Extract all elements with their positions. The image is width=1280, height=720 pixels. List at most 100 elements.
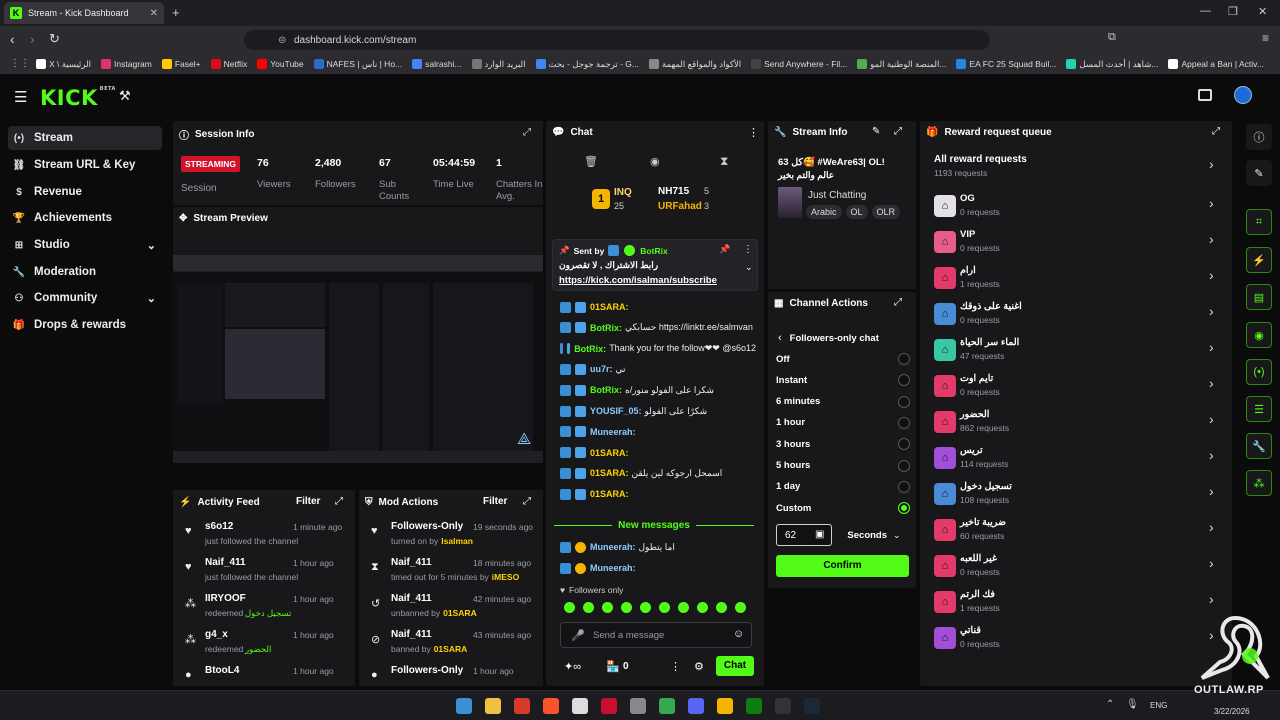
reward-item[interactable]: ⌂ OG 0 requests › — [920, 191, 1232, 223]
forward-icon[interactable]: › — [30, 31, 35, 47]
reward-item[interactable]: ⌂ تايم اوت 0 requests › — [920, 371, 1232, 403]
pencil-icon[interactable]: ✎ — [1246, 160, 1272, 186]
category-name[interactable]: Just Chatting — [808, 190, 866, 201]
radio-button[interactable] — [898, 480, 910, 493]
activity-user[interactable]: BtooL4 — [205, 665, 239, 676]
close-tab-icon[interactable]: ✕ — [150, 8, 158, 19]
mod-action-title[interactable]: Naif_411 — [391, 593, 432, 604]
back-followers-only[interactable]: ‹ Followers-only chat — [778, 332, 879, 344]
all-reward-requests[interactable]: All reward requests 1193 requests › — [920, 151, 1232, 183]
bookmark-item[interactable]: X \ الرئيسية — [36, 59, 91, 70]
reward-item[interactable]: ⌂ تريس 114 requests › — [920, 443, 1232, 475]
emote-icon[interactable] — [564, 602, 575, 613]
radio-button[interactable] — [898, 438, 910, 451]
chat-message[interactable]: BotRix: حسابكي https://linktr.ee/salmvan — [560, 319, 756, 337]
mod-action-moderator[interactable]: iMESO — [492, 572, 519, 582]
sidebar-item-community[interactable]: ⚇ Community ⌄ — [8, 286, 162, 310]
chat-message[interactable]: 01SARA: — [560, 298, 756, 316]
chat-username[interactable]: 01SARA: — [590, 468, 629, 478]
bookmark-item[interactable]: ترجمة جوجل - بحث - G... — [535, 59, 639, 70]
chevron-down-icon[interactable]: ⌄ — [147, 239, 156, 252]
emote-icon[interactable] — [716, 602, 727, 613]
pinned-message[interactable]: 📌 Sent by BotRix 📌 ⋮ رابط الاشتراك , لا … — [552, 239, 758, 291]
hourglass-icon[interactable]: ⧗ — [720, 154, 728, 169]
sidebar-item-studio[interactable]: ⊞ Studio ⌄ — [8, 233, 162, 257]
taskbar-app-icon[interactable] — [543, 698, 559, 714]
kick-logo[interactable]: KICK BETA — [40, 86, 116, 110]
mod-filter-button[interactable]: Filter — [483, 496, 507, 507]
mod-action-moderator[interactable]: Isalman — [441, 536, 473, 546]
chat-more-icon[interactable]: ⋮ — [670, 660, 681, 673]
emote-icon[interactable] — [640, 602, 651, 613]
reward-item[interactable]: ⌂ ضريبة تاخير 60 requests › — [920, 515, 1232, 547]
confirm-button[interactable]: Confirm — [776, 555, 909, 577]
expand-icon[interactable]: ⤢ — [523, 496, 531, 507]
mod-action-moderator[interactable]: 01SARA — [443, 608, 477, 618]
sidebar-item-achievements[interactable]: 🏆 Achievements — [8, 206, 162, 230]
chat-message[interactable]: uu7r: تي — [560, 360, 756, 378]
reward-item[interactable]: ⌂ الحضور 862 requests › — [920, 407, 1232, 439]
chat-username[interactable]: YOUSIF_05: — [590, 406, 642, 416]
tray-chevron-icon[interactable]: ⌃ — [1106, 699, 1114, 710]
chat-username[interactable]: Muneerah: — [590, 563, 636, 573]
hamburger-icon[interactable]: ☰ — [14, 88, 27, 106]
emoji-icon[interactable]: ☺ — [733, 628, 744, 640]
radio-button[interactable] — [898, 459, 910, 472]
followers-option[interactable]: 1 day — [776, 480, 910, 493]
bookmark-item[interactable]: المنصة الوطنية المو... — [857, 59, 946, 70]
apps-icon[interactable]: ⋮⋮ — [10, 58, 30, 69]
taskbar-app-icon[interactable] — [775, 698, 791, 714]
reload-icon[interactable]: ↻ — [49, 31, 60, 47]
chat-message[interactable]: BotRix: Thank you for the follow❤❤ @s6o12 — [560, 340, 756, 358]
chat-bubble-icon[interactable]: ◉ — [650, 155, 660, 168]
followers-option[interactable]: 1 hour — [776, 416, 910, 429]
chat-username[interactable]: BotRix: — [590, 323, 622, 333]
activity-user[interactable]: g4_x — [205, 629, 228, 640]
wrench-icon[interactable]: 🔧 — [1246, 433, 1272, 459]
date-text[interactable]: 3/22/2026 — [1214, 707, 1250, 716]
bookmark-item[interactable]: Netflix — [210, 59, 247, 69]
hammer-icon[interactable]: ⚒ — [119, 88, 131, 104]
radio-button[interactable] — [898, 416, 910, 429]
taskbar-app-icon[interactable] — [456, 698, 472, 714]
chat-message[interactable]: Muneerah: — [560, 423, 756, 441]
sidebar-item-revenue[interactable]: $ Revenue — [8, 180, 162, 204]
emote-icon[interactable] — [602, 602, 613, 613]
chat-username[interactable]: Muneerah: — [590, 542, 636, 552]
expand-icon[interactable]: ⤢ — [894, 126, 902, 137]
unit-select[interactable]: Seconds ⌄ — [840, 524, 908, 546]
mod-action-moderator[interactable]: 01SARA — [434, 644, 468, 654]
followers-option[interactable]: 3 hours — [776, 438, 910, 451]
emote-icon[interactable] — [735, 602, 746, 613]
expand-icon[interactable]: ⤢ — [335, 496, 343, 507]
bolt-icon[interactable]: ⚡ — [1246, 247, 1272, 273]
chat-username[interactable]: Muneerah: — [590, 427, 636, 437]
close-window-icon[interactable]: ✕ — [1258, 5, 1267, 18]
bookmark-item[interactable]: NAFES | ناس | Ho... — [313, 59, 402, 70]
activity-user[interactable]: s6o12 — [205, 521, 233, 532]
reward-item[interactable]: ⌂ غير اللعبه 0 requests › — [920, 551, 1232, 583]
radio-button[interactable] — [898, 502, 910, 515]
reward-item[interactable]: ⌂ ارام 1 requests › — [920, 263, 1232, 295]
chat-message[interactable]: 01SARA: — [560, 485, 756, 503]
bookmark-item[interactable]: salrashi... — [412, 59, 462, 69]
reward-item[interactable]: ⌂ VIP 0 requests › — [920, 227, 1232, 259]
collapse-pinned-icon[interactable]: ⌄ — [745, 262, 753, 273]
minimize-icon[interactable]: — — [1200, 5, 1211, 17]
chat-message[interactable]: YOUSIF_05: شكرًا على الفولو — [560, 402, 756, 420]
activity-user[interactable]: Naif_411 — [205, 557, 246, 568]
rank-1-user[interactable]: INQ — [614, 187, 632, 198]
custom-value-input[interactable]: 62 ▣ — [776, 524, 832, 546]
activity-user[interactable]: IIRYOOF — [205, 593, 246, 604]
new-tab-icon[interactable]: + — [172, 5, 180, 20]
menu-icon[interactable]: ≡ — [1262, 31, 1269, 45]
chat-username[interactable]: 01SARA: — [590, 489, 629, 499]
calendar-icon[interactable]: ▣ — [815, 529, 824, 540]
expand-icon[interactable]: ⤢ — [1212, 126, 1220, 137]
expand-icon[interactable]: ⤢ — [894, 297, 902, 308]
followers-option[interactable]: Custom — [776, 502, 910, 515]
radio-button[interactable] — [898, 353, 910, 365]
taskbar-app-icon[interactable] — [688, 698, 704, 714]
followers-option[interactable]: 6 minutes — [776, 395, 910, 408]
sidebar-item-stream-url-key[interactable]: ⛓ Stream URL & Key — [8, 153, 162, 177]
